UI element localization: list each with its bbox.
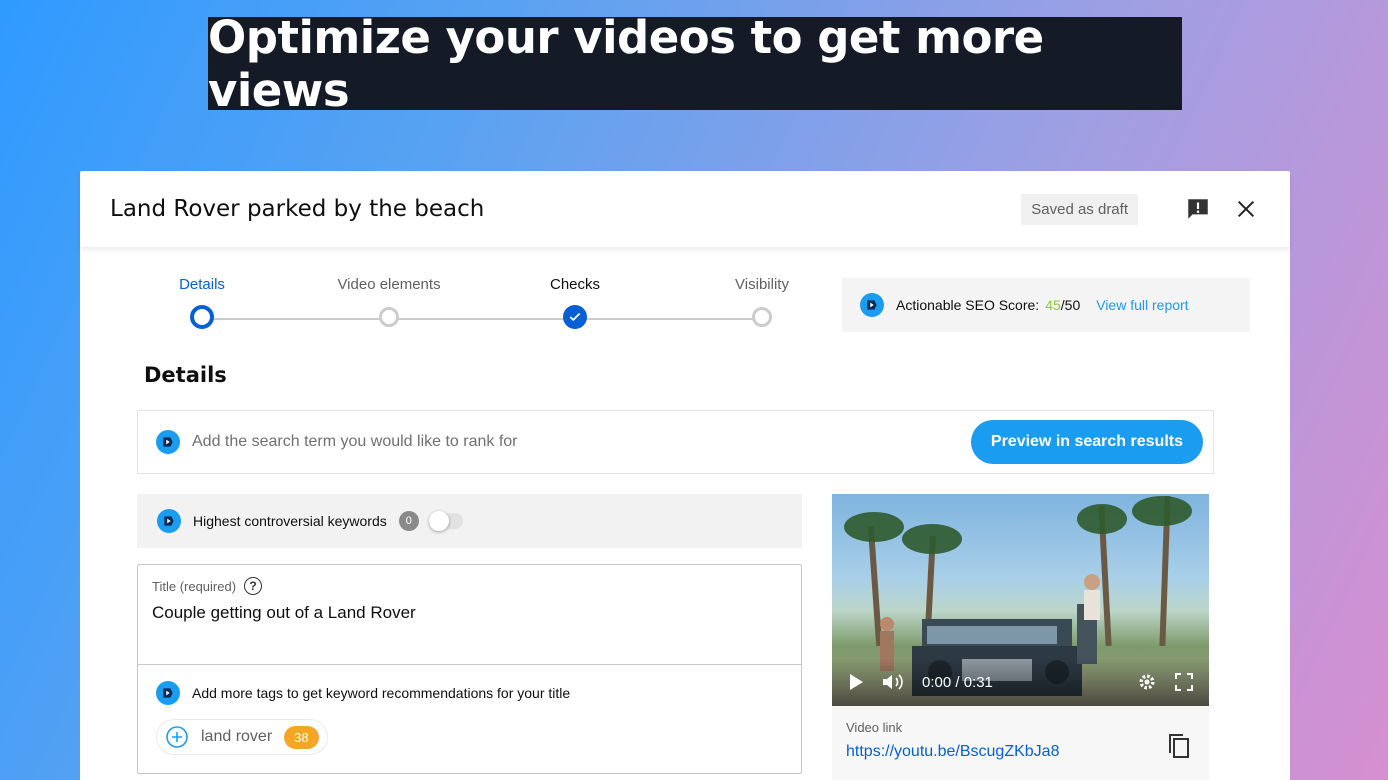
saved-status-badge: Saved as draft (1021, 193, 1138, 225)
video-player[interactable]: 0:00 / 0:31 (832, 494, 1209, 706)
stepper-track (202, 318, 762, 320)
search-term-row: Preview in search results (137, 410, 1214, 474)
step-indicator (379, 307, 399, 327)
title-field-label: Title (required) ? (152, 577, 787, 595)
palm-frond (1132, 496, 1192, 526)
section-heading: Details (144, 363, 227, 387)
step-indicator-done (563, 305, 587, 329)
seo-score-label: Actionable SEO Score: (896, 297, 1040, 313)
tag-suggestion-chip[interactable]: land rover 38 (156, 719, 328, 755)
video-link-label: Video link (846, 720, 903, 735)
vidiq-logo-icon (156, 681, 180, 705)
video-link-url[interactable]: https://youtu.be/BscugZKbJa8 (846, 743, 1195, 761)
fullscreen-icon[interactable] (1175, 673, 1193, 691)
step-indicator (752, 307, 772, 327)
volume-icon[interactable] (882, 673, 904, 691)
palm-frond (1077, 504, 1127, 534)
step-label: Details (179, 276, 225, 293)
step-checks[interactable]: Checks (495, 273, 655, 329)
tag-text: land rover (201, 728, 273, 745)
title-field[interactable]: Title (required) ? Couple getting out of… (138, 565, 801, 665)
view-full-report-link[interactable]: View full report (1096, 297, 1188, 313)
palm-frond (844, 512, 904, 542)
check-icon (569, 312, 581, 322)
dialog-header: Land Rover parked by the beach Saved as … (80, 171, 1290, 247)
dialog-title: Land Rover parked by the beach (110, 196, 485, 222)
seo-score-total: /50 (1060, 297, 1081, 313)
play-icon[interactable] (848, 673, 864, 691)
promo-banner: Optimize your videos to get more views (208, 11, 1182, 117)
controversial-keywords-label: Highest controversial keywords (193, 513, 387, 529)
step-label: Video elements (337, 276, 441, 293)
seo-score-panel: Actionable SEO Score: 45/50 View full re… (842, 278, 1250, 332)
controversial-toggle[interactable] (428, 511, 463, 531)
vidiq-logo-icon (860, 293, 884, 317)
title-field-box: Title (required) ? Couple getting out of… (137, 564, 802, 774)
tags-hint-text: Add more tags to get keyword recommendat… (192, 685, 571, 701)
video-preview-card: 0:00 / 0:31 Video link https://youtu.be/… (832, 494, 1209, 780)
settings-icon[interactable] (1137, 672, 1157, 692)
step-label: Checks (549, 276, 601, 293)
search-term-input[interactable] (192, 433, 971, 451)
step-visibility[interactable]: Visibility (682, 273, 842, 327)
copy-icon[interactable] (1167, 732, 1191, 765)
step-indicator-active (190, 305, 214, 329)
video-controls: 0:00 / 0:31 (832, 658, 1209, 706)
controversial-count-badge: 0 (398, 511, 419, 531)
help-icon[interactable]: ? (244, 577, 263, 595)
upload-stepper: Details Video elements Checks Visibility (179, 273, 820, 333)
title-input-value[interactable]: Couple getting out of a Land Rover (152, 603, 787, 623)
tag-score-badge: 38 (284, 725, 319, 749)
tags-hint-row: Add more tags to get keyword recommendat… (138, 665, 801, 705)
preview-in-search-button[interactable]: Preview in search results (970, 420, 1203, 464)
vidiq-logo-icon (157, 509, 181, 533)
seo-score-value: 45 (1045, 297, 1061, 313)
feedback-icon[interactable] (1184, 195, 1212, 223)
palm-frond (902, 524, 962, 554)
step-details[interactable]: Details (122, 273, 282, 329)
step-label: Visibility (735, 276, 789, 293)
close-icon[interactable] (1232, 195, 1260, 223)
vidiq-logo-icon (156, 430, 180, 454)
page-background: Optimize your videos to get more views L… (0, 0, 1388, 780)
video-time: 0:00 / 0:31 (922, 673, 993, 691)
banner-text: Optimize your videos to get more views (208, 10, 1044, 117)
step-video-elements[interactable]: Video elements (309, 273, 469, 327)
video-link-area: Video link https://youtu.be/BscugZKbJa8 (832, 706, 1209, 761)
controversial-keywords-row: Highest controversial keywords 0 (137, 494, 802, 548)
video-details-dialog: Land Rover parked by the beach Saved as … (80, 171, 1290, 780)
plus-circle-icon (166, 726, 188, 748)
title-label-text: Title (required) (152, 578, 237, 594)
